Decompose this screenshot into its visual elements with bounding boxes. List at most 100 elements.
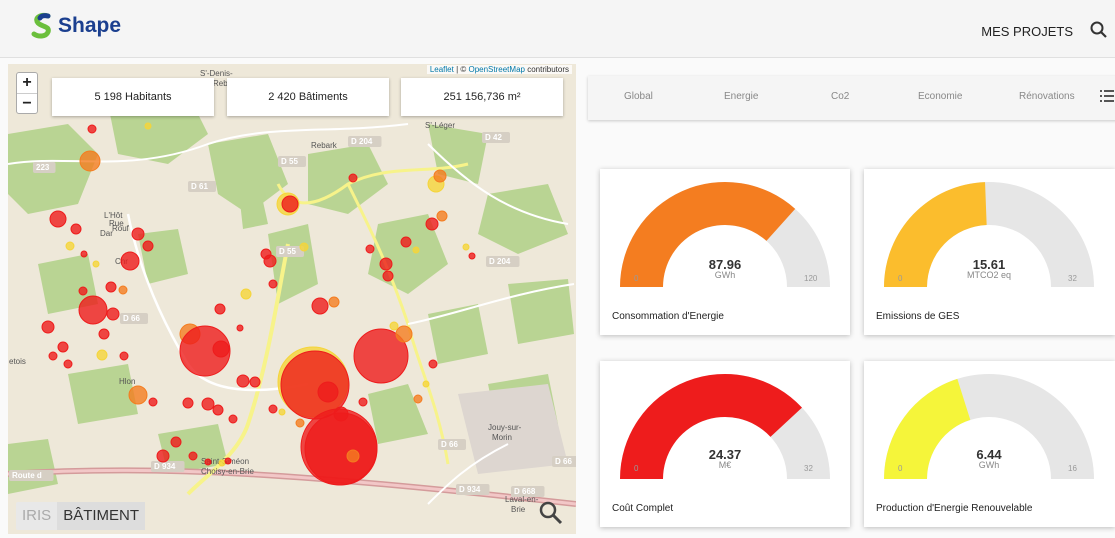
- building-marker: [41, 320, 55, 334]
- tab-global[interactable]: Global: [624, 91, 653, 102]
- building-marker: [63, 359, 73, 369]
- building-marker: [260, 248, 272, 260]
- map-canvas[interactable]: D 204 D 42 D 55 D 61 D 204 D 66 D 934 D 934 D 66…: [8, 64, 576, 534]
- stat-area: 251 156,736 m²: [401, 78, 563, 116]
- building-marker: [78, 295, 108, 325]
- road-label: D 55: [281, 157, 298, 166]
- building-marker: [299, 242, 309, 252]
- stat-inhabitants: 5 198 Habitants: [52, 78, 214, 116]
- building-marker: [118, 285, 128, 295]
- place-label: S'-Léger: [425, 121, 455, 130]
- building-marker: [333, 406, 349, 422]
- place-label: Jouy-sur-: [488, 423, 522, 432]
- map-view[interactable]: D 204 D 42 D 55 D 61 D 204 D 66 D 934 D 934 D 66…: [8, 64, 576, 534]
- building-marker: [148, 397, 158, 407]
- osm-link[interactable]: OpenStreetMap: [468, 65, 524, 74]
- nav-my-projects[interactable]: MES PROJETS: [981, 24, 1073, 39]
- shape-logo-icon: [31, 13, 51, 39]
- app-header: Shape MES PROJETS: [0, 0, 1115, 58]
- road-label: D 934: [459, 485, 481, 494]
- map-attribution: Leaflet | © OpenStreetMap contributors: [426, 65, 572, 74]
- zoom-in-button[interactable]: +: [17, 73, 37, 93]
- building-marker: [92, 260, 100, 268]
- building-marker: [98, 328, 110, 340]
- building-marker: [281, 195, 299, 213]
- gauge-max: 32: [1068, 274, 1077, 283]
- building-marker: [228, 414, 238, 424]
- place-label: Brie: [511, 505, 526, 514]
- building-marker: [433, 169, 447, 183]
- building-marker: [295, 418, 305, 428]
- building-marker: [156, 449, 170, 463]
- search-icon[interactable]: [1089, 20, 1109, 40]
- tab-economie[interactable]: Economie: [918, 91, 962, 102]
- road-label: D 66: [123, 314, 140, 323]
- card-ghg-emissions[interactable]: 15.61 MTCO2 eq 0 32 Emissions de GES: [864, 169, 1115, 335]
- place-label: Morin: [492, 433, 512, 442]
- building-marker: [311, 297, 329, 315]
- building-marker: [224, 457, 232, 465]
- building-marker: [48, 351, 58, 361]
- building-marker: [201, 397, 215, 411]
- card-label: Emissions de GES: [876, 311, 960, 322]
- building-marker: [204, 458, 212, 466]
- road-label: D 42: [485, 133, 502, 142]
- card-renewable-production[interactable]: 6.44 GWh 0 16 Production d'Energie Renou…: [864, 361, 1115, 527]
- building-marker: [106, 307, 120, 321]
- building-marker: [80, 250, 88, 258]
- gauge-min: 0: [898, 464, 903, 473]
- tab-renovations[interactable]: Rénovations: [1019, 91, 1075, 102]
- list-menu-icon[interactable]: [1100, 89, 1114, 103]
- building-marker: [142, 240, 154, 252]
- place-label: etois: [9, 357, 26, 366]
- leaflet-link[interactable]: Leaflet: [430, 65, 454, 74]
- place-label: S'-Denis-: [200, 69, 233, 78]
- building-marker: [348, 173, 358, 183]
- tab-energie[interactable]: Energie: [724, 91, 758, 102]
- building-marker: [328, 296, 340, 308]
- tab-co2[interactable]: Co2: [831, 91, 849, 102]
- gauge-unit: GWh: [978, 460, 1000, 470]
- building-marker: [317, 381, 339, 403]
- app-logo[interactable]: Shape: [30, 12, 121, 40]
- gauge-max: 32: [804, 464, 813, 473]
- building-marker: [212, 340, 230, 358]
- map-search-icon[interactable]: [538, 500, 564, 526]
- building-marker: [400, 236, 412, 248]
- building-marker: [119, 351, 129, 361]
- building-marker: [128, 385, 148, 405]
- building-marker: [382, 270, 394, 282]
- road-label: D 204: [489, 257, 511, 266]
- stat-buildings: 2 420 Bâtiments: [227, 78, 389, 116]
- building-marker: [57, 341, 69, 353]
- building-marker: [182, 397, 194, 409]
- building-marker: [278, 408, 286, 416]
- building-marker: [358, 397, 368, 407]
- building-marker: [422, 380, 430, 388]
- place-label: Laval-en-: [505, 495, 539, 504]
- road-label: D 66: [555, 457, 572, 466]
- gauge-unit: GWh: [714, 270, 736, 280]
- gauge-min: 0: [634, 464, 639, 473]
- building-marker: [236, 324, 244, 332]
- building-marker: [218, 459, 226, 467]
- building-marker: [131, 227, 145, 241]
- layer-iris-option[interactable]: IRIS: [16, 502, 57, 530]
- road-label: D 61: [191, 182, 208, 191]
- building-marker: [79, 150, 101, 172]
- attribution-separator: | ©: [453, 65, 469, 74]
- building-marker: [412, 246, 420, 254]
- building-marker: [49, 210, 67, 228]
- zoom-out-button[interactable]: −: [17, 93, 37, 113]
- logo-text: Shape: [58, 14, 122, 37]
- building-marker: [395, 325, 413, 343]
- building-marker: [249, 376, 261, 388]
- building-marker: [240, 288, 252, 300]
- card-energy-consumption[interactable]: 87.96 GWh 0 120 Consommation d'Energie: [600, 169, 850, 335]
- layer-batiment-option[interactable]: BÂTIMENT: [57, 502, 146, 530]
- gauge-max: 16: [1068, 464, 1077, 473]
- place-label: Reb: [213, 79, 228, 88]
- building-marker: [428, 359, 438, 369]
- building-marker: [346, 449, 360, 463]
- card-total-cost[interactable]: 24.37 M€ 0 32 Coût Complet: [600, 361, 850, 527]
